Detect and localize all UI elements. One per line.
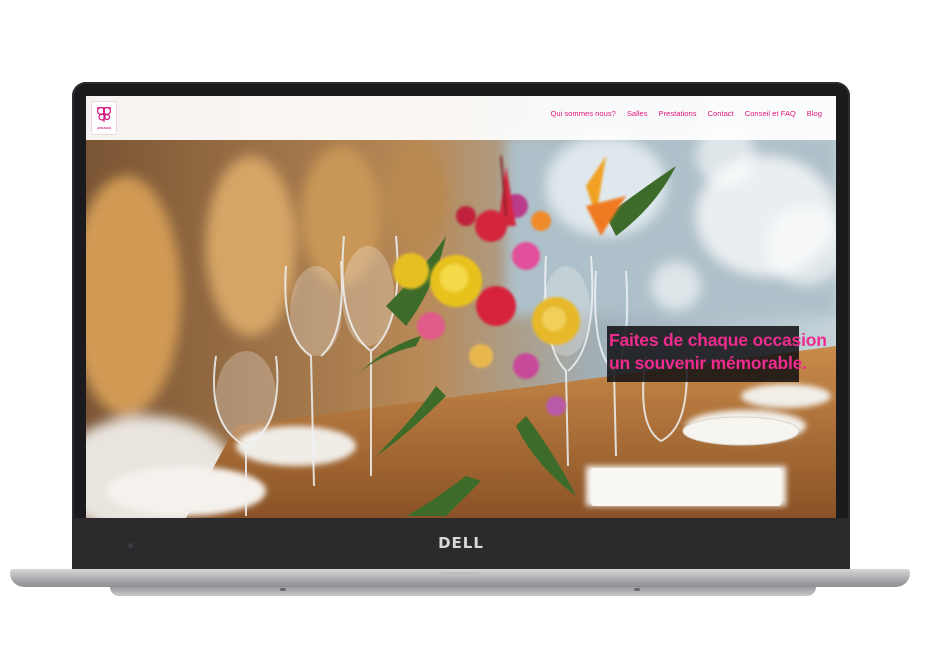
site-navbar: AFRAIGN Qui sommes nous? Salles Prestati…: [86, 96, 836, 140]
laptop-foot: [634, 588, 640, 591]
site-logo[interactable]: AFRAIGN: [92, 102, 116, 134]
main-nav: Qui sommes nous? Salles Prestations Cont…: [550, 109, 822, 118]
hero-tagline-line-1: Faites de chaque occasion: [609, 330, 827, 350]
hero-banquet-photo: [86, 96, 836, 518]
brain-logo-icon: [96, 106, 112, 122]
laptop-foot: [280, 588, 286, 591]
nav-link-qui-sommes-nous[interactable]: Qui sommes nous?: [550, 109, 615, 118]
laptop-base-lip: [110, 587, 816, 596]
nav-link-salles[interactable]: Salles: [627, 109, 648, 118]
hero-tagline: Faites de chaque occasion un souvenir mé…: [607, 326, 827, 382]
nav-link-contact[interactable]: Contact: [708, 109, 734, 118]
nav-link-prestations[interactable]: Prestations: [659, 109, 697, 118]
device-brand-logo: DELL: [438, 534, 484, 552]
nav-link-blog[interactable]: Blog: [807, 109, 822, 118]
laptop-hinge-notch: [441, 572, 479, 576]
hero-tagline-line-2: un souvenir mémorable.: [609, 353, 807, 373]
laptop-screen: AFRAIGN Qui sommes nous? Salles Prestati…: [86, 96, 836, 518]
nav-link-conseil-faq[interactable]: Conseil et FAQ: [745, 109, 796, 118]
webcam-icon: [128, 543, 133, 548]
site-logo-text: AFRAIGN: [97, 126, 111, 130]
